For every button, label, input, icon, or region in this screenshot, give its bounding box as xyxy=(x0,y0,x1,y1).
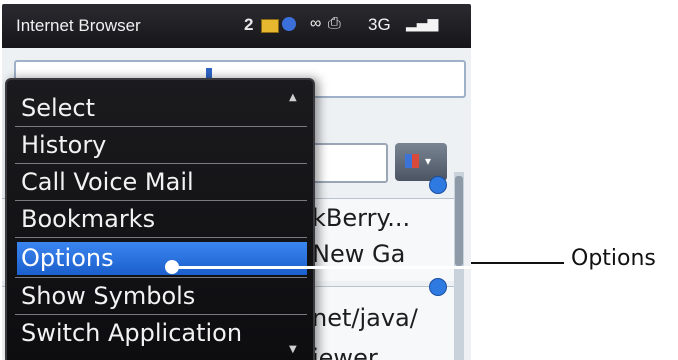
menu-divider xyxy=(15,237,307,238)
menu-item-select[interactable]: Select xyxy=(17,92,307,125)
scrollbar-thumb[interactable] xyxy=(455,176,463,266)
callout-line xyxy=(172,266,471,269)
menu-item-history[interactable]: History xyxy=(17,129,307,162)
menu-divider xyxy=(15,200,307,201)
phone-screen: Internet Browser 2 ∞ ⎙ 3G ▂▄▆ ▾ kBerry..… xyxy=(2,4,471,360)
search-engine-icon xyxy=(405,154,419,168)
menu-item-switch-application[interactable]: Switch Application xyxy=(17,317,307,350)
list-item-text: net/java/ xyxy=(312,304,418,332)
list-item-text: kBerry... xyxy=(312,204,411,232)
menu-item-bookmarks[interactable]: Bookmarks xyxy=(17,203,307,236)
mail-icon xyxy=(261,19,279,33)
status-icons: ∞ ⎙ xyxy=(310,15,342,32)
signal-bars-icon: ▂▄▆ xyxy=(406,16,439,32)
notification-count: 2 xyxy=(244,15,254,34)
callout-label: Options xyxy=(571,246,656,271)
scroll-down-icon: ▼ xyxy=(289,344,297,355)
app-title: Internet Browser xyxy=(16,16,141,35)
callout-line xyxy=(471,262,564,264)
list-item-text: New Ga xyxy=(312,240,406,268)
menu-divider xyxy=(15,277,307,278)
bbm-icon xyxy=(282,17,296,31)
menu-item-call-voice-mail[interactable]: Call Voice Mail xyxy=(17,166,307,199)
figure: Internet Browser 2 ∞ ⎙ 3G ▂▄▆ ▾ kBerry..… xyxy=(0,0,678,360)
context-menu: ▲ Select History Call Voice Mail Bookmar… xyxy=(5,78,315,360)
network-type-label: 3G xyxy=(368,15,391,34)
expand-icon[interactable] xyxy=(429,176,447,194)
status-bar: Internet Browser 2 ∞ ⎙ 3G ▂▄▆ xyxy=(2,4,471,48)
menu-divider xyxy=(15,126,307,127)
list-item-text: iewer... xyxy=(312,344,399,360)
menu-item-show-symbols[interactable]: Show Symbols xyxy=(17,280,307,313)
menu-divider xyxy=(15,314,307,315)
menu-item-options[interactable]: Options xyxy=(17,242,307,275)
chevron-down-icon: ▾ xyxy=(425,154,432,168)
expand-icon[interactable] xyxy=(429,278,447,296)
menu-divider xyxy=(15,163,307,164)
